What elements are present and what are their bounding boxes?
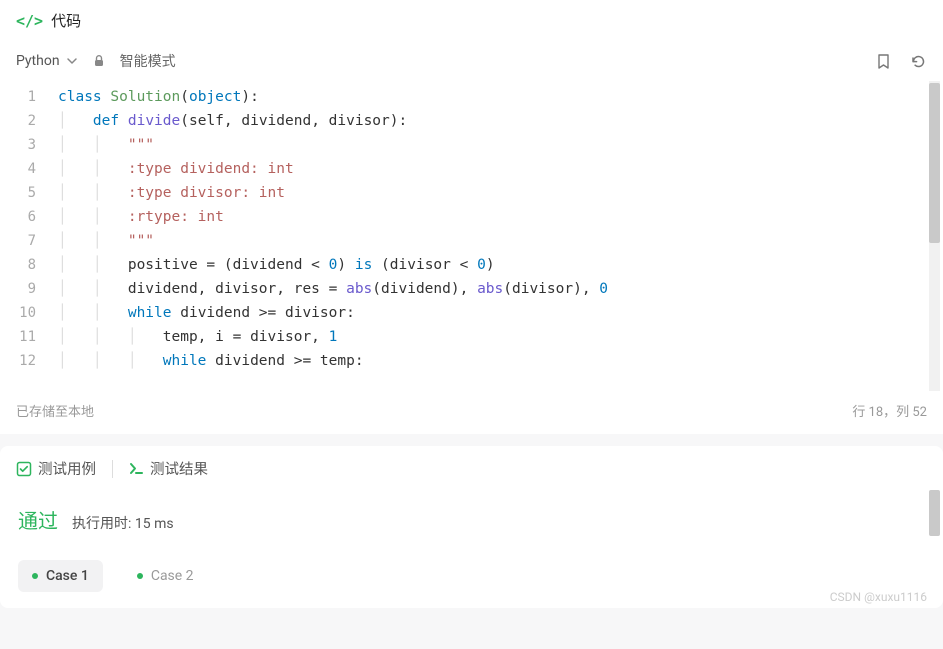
code: ) [337,257,354,273]
code: (divisor < [372,257,477,273]
cursor-position: 行 18，列 52 [852,401,927,420]
editor-footer: 已存储至本地 行 18，列 52 [0,391,943,434]
line-gutter: 1 2 3 4 5 6 7 8 9 10 11 12 [0,81,48,391]
tab-testcase[interactable]: 测试用例 [16,458,96,479]
line-number: 6 [0,205,36,229]
num: 0 [477,257,486,273]
line-number: 11 [0,325,36,349]
line-number: 5 [0,181,36,205]
case-tabs: Case 1 Case 2 [0,540,943,608]
code: dividend, divisor, res = [128,281,346,297]
line-number: 12 [0,349,36,373]
kw: def [93,113,119,129]
header-title: 代码 [51,10,81,31]
code-panel: </> 代码 Python 智能模式 1 2 3 4 5 [0,0,943,434]
op: is [355,257,372,273]
scrollbar-thumb[interactable] [929,490,940,536]
num: 1 [329,329,338,345]
str: :rtype: int [128,209,224,225]
params: (self, dividend, divisor): [180,113,407,129]
divider [112,460,113,478]
str: :type dividend: int [128,161,294,177]
code-area[interactable]: class Solution(object): │ def divide(sel… [48,81,943,391]
line-number: 9 [0,277,36,301]
code: temp, i = divisor, [163,329,329,345]
classname: Solution [110,89,180,105]
language-label: Python [16,53,60,69]
result-summary: 通过 执行用时: 15 ms [0,489,943,540]
toolbar-actions [875,53,927,70]
mode-label: 智能模式 [120,51,176,71]
language-selector[interactable]: Python [16,53,78,69]
tab-label: 测试结果 [150,458,208,479]
code-header: </> 代码 [0,0,943,41]
fn: abs [346,281,372,297]
kw: while [128,305,172,321]
line-number: 7 [0,229,36,253]
case-tab-2[interactable]: Case 2 [123,560,208,592]
str: """ [128,137,154,153]
tab-label: 测试用例 [38,458,96,479]
line-number: 4 [0,157,36,181]
kw: class [58,89,102,105]
line-number: 3 [0,133,36,157]
code: (divisor), [503,281,599,297]
editor-toolbar: Python 智能模式 [0,41,943,81]
status-dot-icon [32,573,38,579]
line-number: 8 [0,253,36,277]
code-editor[interactable]: 1 2 3 4 5 6 7 8 9 10 11 12 class Solutio… [0,81,943,391]
code: positive = (dividend < [128,257,329,273]
fn: divide [128,113,180,129]
lock-icon [92,54,106,68]
code: dividend >= divisor: [172,305,355,321]
chevron-down-icon [66,55,78,67]
runtime-text: 执行用时: 15 ms [72,513,174,533]
fn: abs [477,281,503,297]
save-status: 已存储至本地 [16,401,94,420]
terminal-icon [129,461,144,476]
line-number: 1 [0,85,36,109]
case-label: Case 2 [151,568,194,584]
line-number: 2 [0,109,36,133]
bookmark-icon[interactable] [875,53,892,70]
check-square-icon [16,461,32,477]
results-panel: 测试用例 测试结果 通过 执行用时: 15 ms Case 1 Case 2 C… [0,446,943,608]
scrollbar-thumb[interactable] [929,83,940,243]
obj: object [189,89,241,105]
line-number: 10 [0,301,36,325]
code-icon: </> [16,12,43,30]
watermark: CSDN @xuxu1116 [830,590,927,604]
str: """ [128,233,154,249]
str: :type divisor: int [128,185,285,201]
results-tabs: 测试用例 测试结果 [0,446,943,489]
code: (dividend), [372,281,477,297]
case-label: Case 1 [46,568,89,584]
code: ) [486,257,495,273]
status-dot-icon [137,573,143,579]
code: dividend >= temp: [206,353,363,369]
pass-status: 通过 [18,505,58,534]
tab-result[interactable]: 测试结果 [129,458,208,479]
kw: while [163,353,207,369]
num: 0 [599,281,608,297]
reset-icon[interactable] [910,53,927,70]
case-tab-1[interactable]: Case 1 [18,560,103,592]
